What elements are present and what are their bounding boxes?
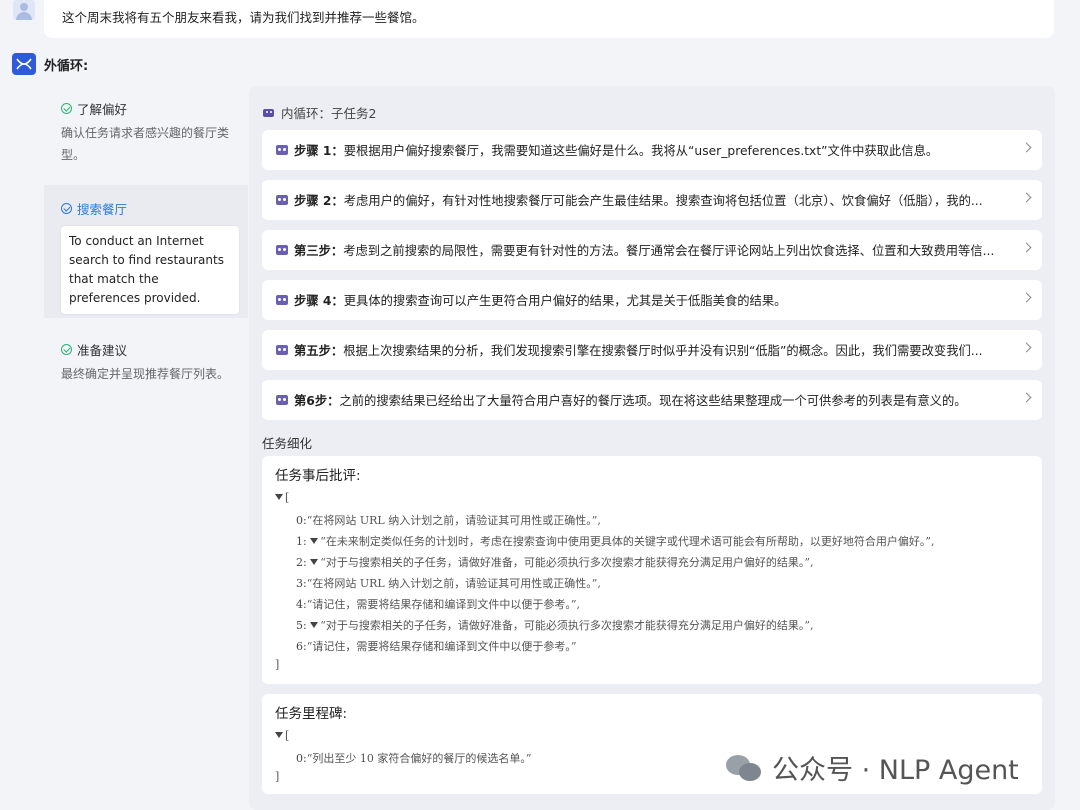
step-text: 更具体的搜索查询可以产生更符合用户偏好的结果，尤其是关于低脂美食的结果。 bbox=[343, 294, 787, 308]
step-text: 考虑用户的偏好，有针对性地搜索餐厅可能会产生最佳结果。搜索查询将包括位置（北京）… bbox=[343, 194, 983, 208]
outer-item-understand-preferences[interactable]: 了解偏好 确认任务请求者感兴趣的餐厅类型。 bbox=[44, 99, 248, 166]
outer-item-search-restaurants[interactable]: 搜索餐厅 To conduct an Internet search to fi… bbox=[44, 185, 248, 318]
robot-icon bbox=[275, 294, 289, 306]
step-row[interactable]: 第6步： 之前的搜索结果已经给出了大量符合用户喜好的餐厅选项。现在将这些结果整理… bbox=[262, 380, 1042, 420]
caret-down-icon[interactable] bbox=[275, 732, 283, 738]
step-row[interactable]: 第五步： 根据上次搜索结果的分析，我们发现搜索引擎在搜索餐厅时似乎并没有识别“低… bbox=[262, 330, 1042, 370]
task-critique-card: 任务事后批评: [ 0:“在将网站 URL 纳入计划之前，请验证其可用性或正确性… bbox=[262, 456, 1042, 684]
step-label: 第五步： bbox=[294, 344, 344, 358]
watermark-text: 公众号 · NLP Agent bbox=[772, 755, 1019, 786]
step-label: 第6步： bbox=[294, 394, 340, 408]
wechat-icon bbox=[726, 753, 762, 783]
caret-down-icon[interactable] bbox=[310, 622, 319, 628]
outer-item-desc: 最终确定并呈现推荐餐厅列表。 bbox=[61, 367, 230, 381]
card-title: 任务事后批评: bbox=[275, 468, 361, 484]
json-open[interactable]: [ bbox=[275, 729, 289, 742]
json-entry: 3:“在将网站 URL 纳入计划之前，请验证其可用性或正确性。”, bbox=[296, 577, 601, 590]
json-entry[interactable]: 5: “对于与搜索相关的子任务，请做好准备，可能必须执行多次搜索才能获得充分满足… bbox=[296, 617, 813, 633]
json-entry[interactable]: 1: “在未来制定类似任务的计划时，考虑在搜索查询中使用更具体的关键字或代理术语… bbox=[296, 533, 934, 549]
user-message: 这个周末我将有五个朋友来看我，请为我们找到并推荐一些餐馆。 bbox=[44, 0, 1054, 38]
json-open[interactable]: [ bbox=[275, 491, 289, 504]
caret-down-icon[interactable] bbox=[310, 538, 319, 544]
step-label: 步骤 2： bbox=[294, 194, 344, 208]
json-entry: 0:“在将网站 URL 纳入计划之前，请验证其可用性或正确性。”, bbox=[296, 514, 601, 527]
outer-item-title: 搜索餐厅 bbox=[77, 202, 128, 217]
card-title: 任务里程碑: bbox=[275, 706, 348, 722]
inner-loop-title: 内循环：子任务2 bbox=[262, 103, 376, 122]
watermark: 公众号 · NLP Agent bbox=[726, 748, 1019, 787]
check-circle-icon bbox=[61, 103, 72, 114]
json-close: ] bbox=[275, 658, 280, 671]
step-label: 步骤 4： bbox=[294, 294, 344, 308]
robot-icon bbox=[275, 394, 289, 406]
step-row[interactable]: 步骤 1： 要根据用户偏好搜索餐厅，我需要知道这些偏好是什么。我将从“user_… bbox=[262, 130, 1042, 170]
json-close: ] bbox=[275, 770, 280, 783]
outer-item-prepare-recommendations[interactable]: 准备建议 最终确定并呈现推荐餐厅列表。 bbox=[44, 340, 248, 385]
outer-loop-title: 外循环: bbox=[44, 59, 89, 74]
step-text: 根据上次搜索结果的分析，我们发现搜索引擎在搜索餐厅时似乎并没有识别“低脂”的概念… bbox=[343, 344, 983, 358]
check-circle-icon bbox=[61, 344, 72, 355]
json-entry: 6:“请记住，需要将结果存储和编译到文件中以便于参考。” bbox=[296, 640, 577, 653]
json-entry[interactable]: 2: “对于与搜索相关的子任务，请做好准备，可能必须执行多次搜索才能获得充分满足… bbox=[296, 554, 813, 570]
robot-icon bbox=[275, 144, 289, 156]
robot-icon bbox=[262, 107, 275, 118]
outer-item-title: 了解偏好 bbox=[77, 102, 128, 117]
step-label: 步骤 1： bbox=[294, 144, 344, 158]
outer-item-title: 准备建议 bbox=[77, 343, 128, 358]
step-label: 第三步： bbox=[294, 244, 344, 258]
tooltip: To conduct an Internet search to find re… bbox=[61, 226, 239, 314]
robot-icon bbox=[275, 244, 289, 256]
step-row[interactable]: 步骤 4： 更具体的搜索查询可以产生更符合用户偏好的结果，尤其是关于低脂美食的结… bbox=[262, 280, 1042, 320]
task-refinement-title: 任务细化 bbox=[262, 436, 313, 451]
step-row[interactable]: 步骤 2： 考虑用户的偏好，有针对性地搜索餐厅可能会产生最佳结果。搜索查询将包括… bbox=[262, 180, 1042, 220]
caret-down-icon[interactable] bbox=[310, 559, 319, 565]
outer-item-desc: 确认任务请求者感兴趣的餐厅类型。 bbox=[61, 126, 230, 162]
step-text: 要根据用户偏好搜索餐厅，我需要知道这些偏好是什么。我将从“user_prefer… bbox=[343, 144, 939, 158]
step-text: 之前的搜索结果已经给出了大量符合用户喜好的餐厅选项。现在将这些结果整理成一个可供… bbox=[339, 394, 967, 408]
json-entry: 4:“请记住，需要将结果存储和编译到文件中以便于参考。”, bbox=[296, 598, 580, 611]
step-text: 考虑到之前搜索的局限性，需要更有针对性的方法。餐厅通常会在餐厅评论网站上列出饮食… bbox=[343, 244, 995, 258]
check-circle-icon bbox=[61, 203, 72, 214]
inner-loop-title-text: 内循环：子任务2 bbox=[281, 106, 377, 121]
step-row[interactable]: 第三步： 考虑到之前搜索的局限性，需要更有针对性的方法。餐厅通常会在餐厅评论网站… bbox=[262, 230, 1042, 270]
robot-icon bbox=[275, 194, 289, 206]
user-avatar bbox=[13, 0, 35, 20]
json-entry: 0:“列出至少 10 家符合偏好的餐厅的候选名单。” bbox=[296, 752, 532, 765]
caret-down-icon[interactable] bbox=[275, 494, 283, 500]
robot-icon bbox=[275, 344, 289, 356]
agent-logo-icon bbox=[12, 53, 36, 75]
